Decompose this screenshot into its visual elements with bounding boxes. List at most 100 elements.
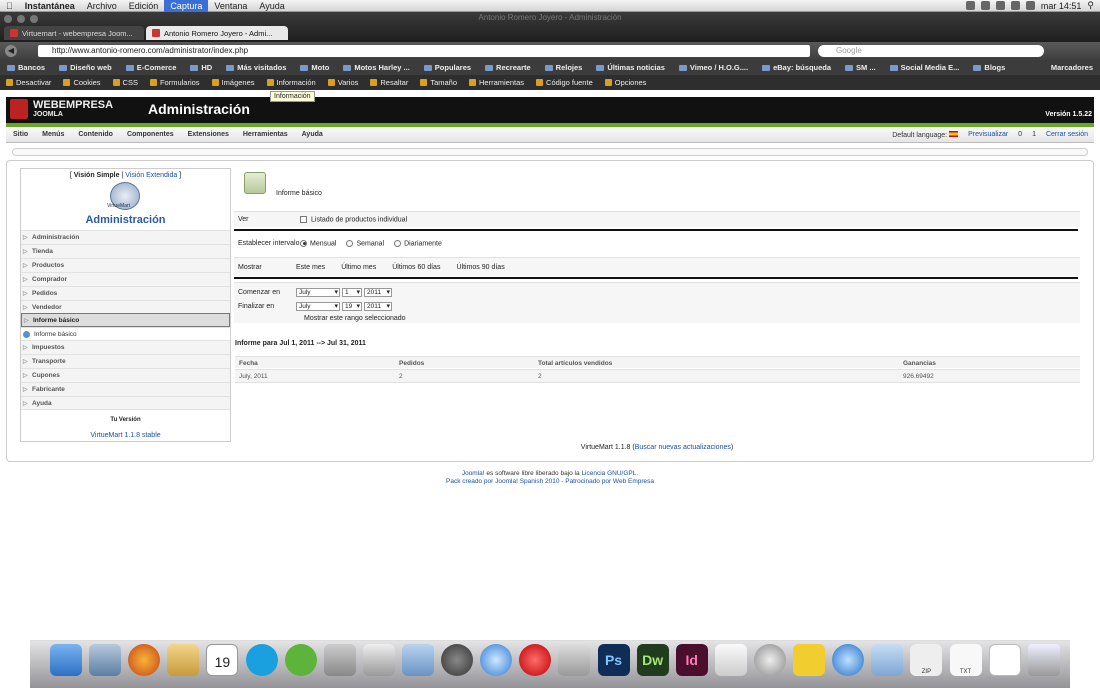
bookmark-folder[interactable]: Moto bbox=[293, 63, 336, 72]
interval-daily[interactable]: Diariamente bbox=[394, 239, 442, 247]
itunes-icon[interactable] bbox=[832, 644, 865, 676]
end-year-select[interactable]: 2011 bbox=[364, 302, 392, 311]
menu-extensiones[interactable]: Extensiones bbox=[181, 131, 236, 138]
individual-list-option[interactable]: Listado de productos individual bbox=[296, 215, 407, 223]
sidebar-item-tienda[interactable]: Tienda bbox=[21, 244, 230, 258]
menu-contenido[interactable]: Contenido bbox=[71, 131, 120, 138]
logout-link[interactable]: Cerrar sesión bbox=[1046, 131, 1088, 138]
ilife-icon[interactable] bbox=[362, 644, 395, 676]
search-input[interactable]: Google bbox=[818, 45, 1044, 57]
txt-icon[interactable]: TXT bbox=[949, 644, 982, 676]
zoom-window-icon[interactable] bbox=[30, 15, 38, 23]
show-range-button[interactable]: Mostrar este rango seleccionado bbox=[234, 315, 1080, 322]
sidebar-item-comprador[interactable]: Comprador bbox=[21, 272, 230, 286]
wd-images[interactable]: Imágenes bbox=[206, 78, 261, 87]
status-icon[interactable] bbox=[965, 1, 975, 10]
show-last-90[interactable]: Últimos 90 días bbox=[456, 264, 504, 271]
show-last-month[interactable]: Último mes bbox=[341, 264, 376, 271]
sidebar-item-transporte[interactable]: Transporte bbox=[21, 354, 230, 368]
iphoto-icon[interactable] bbox=[323, 644, 356, 676]
clock[interactable]: mar 14:51 bbox=[1041, 1, 1082, 11]
tab-virtuemart[interactable]: Virtuemart - webempresa Joom... bbox=[4, 26, 144, 40]
preview-icon[interactable] bbox=[89, 644, 122, 676]
zip-icon[interactable]: ZIP bbox=[910, 644, 943, 676]
end-month-select[interactable]: July bbox=[296, 302, 340, 311]
sidebar-item-ayuda[interactable]: Ayuda bbox=[21, 396, 230, 410]
sync-icon[interactable] bbox=[980, 1, 990, 10]
url-field[interactable]: http://www.antonio-romero.com/administra… bbox=[38, 45, 810, 57]
minimize-window-icon[interactable] bbox=[17, 15, 25, 23]
volume-icon[interactable] bbox=[1025, 1, 1035, 10]
bookmark-folder[interactable]: HD bbox=[183, 63, 219, 72]
view-simple[interactable]: Visión Simple bbox=[74, 172, 120, 179]
sidebar-item-administracion[interactable]: Administración bbox=[21, 230, 230, 244]
back-button[interactable]: ◀ bbox=[5, 45, 17, 57]
bluetooth-icon[interactable] bbox=[995, 1, 1005, 10]
sidebar-item-pedidos[interactable]: Pedidos bbox=[21, 286, 230, 300]
bookmark-folder[interactable]: Relojes bbox=[538, 63, 590, 72]
daily-radio[interactable] bbox=[394, 239, 402, 247]
wd-forms[interactable]: Formularios bbox=[144, 78, 206, 87]
sidebar-item-productos[interactable]: Productos bbox=[21, 258, 230, 272]
opera-icon[interactable] bbox=[519, 644, 552, 676]
menu-menus[interactable]: Menús bbox=[35, 131, 71, 138]
wd-source[interactable]: Código fuente bbox=[530, 78, 599, 87]
spotlight-icon[interactable]: ⚲ bbox=[1087, 0, 1094, 11]
menu-archivo[interactable]: Archivo bbox=[81, 0, 123, 12]
safari-icon[interactable] bbox=[480, 644, 513, 676]
menu-ayuda[interactable]: Ayuda bbox=[253, 0, 290, 12]
firefox-icon[interactable] bbox=[128, 644, 161, 676]
users-count[interactable]: 1 bbox=[1032, 131, 1036, 138]
check-updates-link[interactable]: Buscar nuevas actualizaciones bbox=[635, 444, 731, 451]
mail-icon[interactable] bbox=[167, 644, 200, 676]
folder-blue-icon[interactable] bbox=[871, 644, 904, 676]
start-year-select[interactable]: 2011 bbox=[364, 288, 392, 297]
monthly-radio[interactable] bbox=[300, 239, 307, 247]
wd-information[interactable]: Información bbox=[261, 78, 322, 87]
wd-resize[interactable]: Tamaño bbox=[414, 78, 463, 87]
version-link[interactable]: VirtueMart 1.1.8 stable bbox=[20, 432, 231, 439]
tab-admin[interactable]: Antonio Romero Joyero - Admi... bbox=[146, 26, 288, 40]
bookmark-folder[interactable]: Motos Harley ... bbox=[336, 63, 416, 72]
sidebar-item-vendedor[interactable]: Vendedor bbox=[21, 300, 230, 314]
wd-tools[interactable]: Herramientas bbox=[463, 78, 530, 87]
messages-count[interactable]: 0 bbox=[1018, 131, 1022, 138]
ical-icon[interactable]: 19 bbox=[206, 644, 239, 676]
wifi-icon[interactable] bbox=[1010, 1, 1020, 10]
bookmark-folder[interactable]: Social Media E... bbox=[883, 63, 967, 72]
menu-herramientas[interactable]: Herramientas bbox=[236, 131, 295, 138]
dreamweaver-icon[interactable]: Dw bbox=[636, 644, 669, 676]
wd-misc[interactable]: Varios bbox=[322, 78, 365, 87]
menu-sitio[interactable]: Sitio bbox=[6, 131, 35, 138]
preview-link[interactable]: Previsualizar bbox=[968, 131, 1008, 138]
menu-edicion[interactable]: Edición bbox=[123, 0, 165, 12]
start-day-select[interactable]: 1 bbox=[342, 288, 362, 297]
scissors-icon[interactable] bbox=[558, 644, 591, 676]
spotify-icon[interactable] bbox=[284, 644, 317, 676]
bookmark-folder[interactable]: SM ... bbox=[838, 63, 883, 72]
close-window-icon[interactable] bbox=[4, 15, 12, 23]
license-link[interactable]: Licencia GNU/GPL. bbox=[581, 470, 638, 477]
pack-credit-link[interactable]: Pack creado por Joomla! Spanish 2010 - P… bbox=[0, 478, 1100, 486]
menu-ventana[interactable]: Ventana bbox=[208, 0, 253, 12]
sidebar-item-fabricante[interactable]: Fabricante bbox=[21, 382, 230, 396]
bird-icon[interactable] bbox=[793, 644, 826, 676]
menu-captura[interactable]: Captura bbox=[164, 0, 209, 12]
end-day-select[interactable]: 19 bbox=[342, 302, 362, 311]
bookmark-folder[interactable]: Vimeo / H.O.G.... bbox=[672, 63, 755, 72]
paper-icon[interactable] bbox=[714, 644, 747, 676]
wd-outline[interactable]: Resaltar bbox=[364, 78, 414, 87]
document-icon[interactable] bbox=[988, 644, 1021, 676]
sidebar-subitem-informe-basico[interactable]: Informe básico bbox=[21, 327, 230, 341]
view-extended-link[interactable]: Visión Extendida bbox=[125, 172, 177, 179]
menu-instantanea[interactable]: Instantánea bbox=[19, 0, 81, 12]
bookmarks-menu[interactable]: Marcadores bbox=[1044, 63, 1100, 72]
indesign-icon[interactable]: Id bbox=[675, 644, 708, 676]
trash-icon[interactable] bbox=[1027, 644, 1060, 676]
interval-weekly[interactable]: Semanal bbox=[346, 239, 384, 247]
start-month-select[interactable]: July bbox=[296, 288, 340, 297]
skype-icon[interactable] bbox=[245, 644, 278, 676]
bookmark-folder[interactable]: Populares bbox=[417, 63, 478, 72]
menu-componentes[interactable]: Componentes bbox=[120, 131, 181, 138]
show-this-month[interactable]: Este mes bbox=[296, 264, 325, 271]
